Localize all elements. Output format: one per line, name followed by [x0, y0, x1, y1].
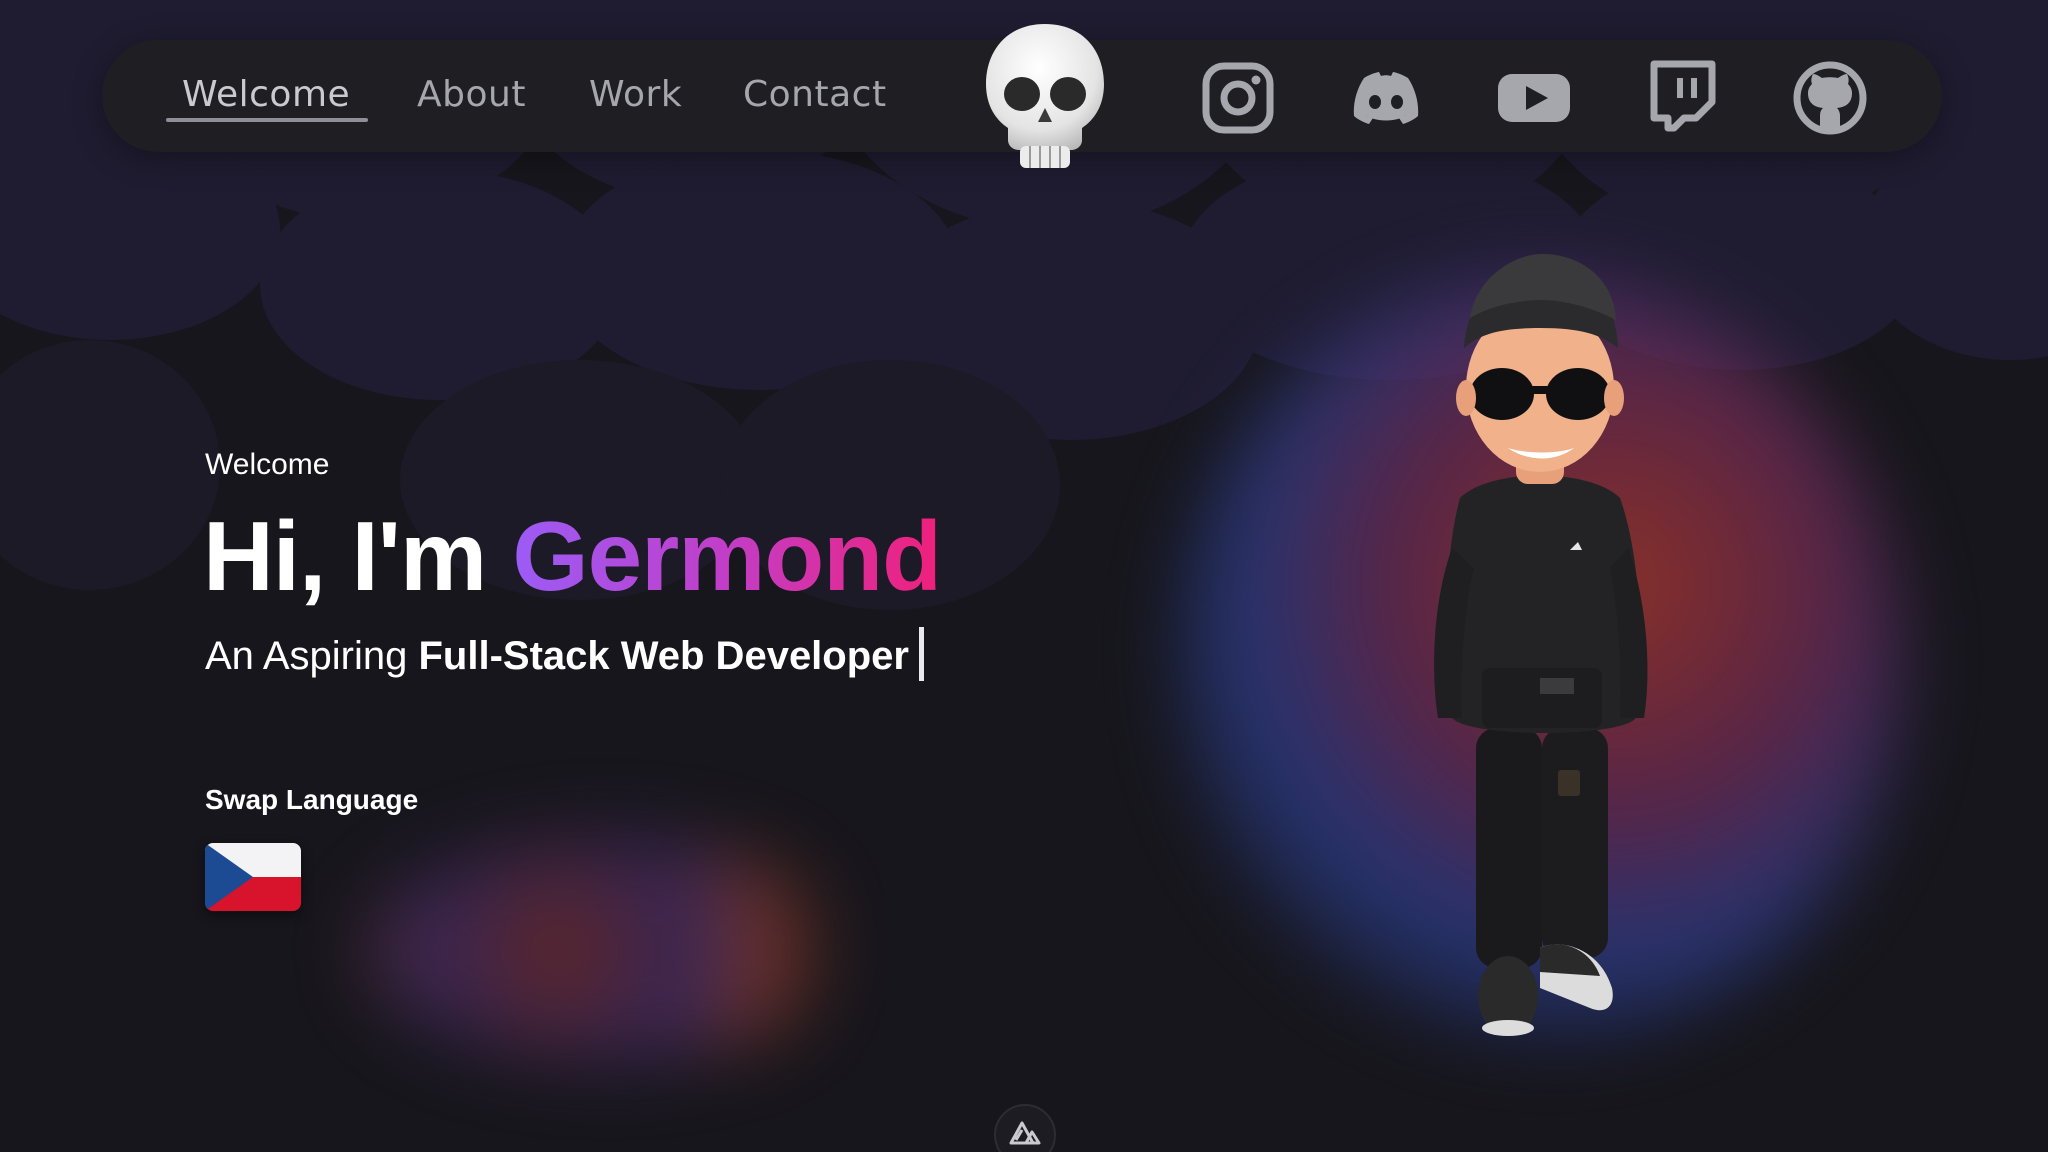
hero-eyebrow: Welcome — [205, 448, 330, 481]
discord-icon[interactable] — [1346, 58, 1426, 138]
twitch-icon[interactable] — [1642, 58, 1722, 138]
github-icon[interactable] — [1790, 58, 1870, 138]
swap-language-label: Swap Language — [205, 784, 419, 815]
nav-link-work[interactable]: Work — [589, 74, 682, 120]
typing-caret — [918, 627, 924, 682]
instagram-icon[interactable] — [1198, 58, 1278, 138]
active-nav-underline — [166, 118, 368, 122]
hero-title: Hi, I'm Germond — [203, 500, 942, 612]
nuxt-icon[interactable] — [994, 1104, 1056, 1152]
czech-flag-icon[interactable] — [205, 843, 301, 911]
nav-link-about[interactable]: About — [417, 74, 526, 120]
youtube-icon[interactable] — [1494, 58, 1574, 138]
hero-name: Germond — [512, 501, 942, 611]
skull-icon[interactable] — [978, 18, 1112, 174]
avatar-illustration — [1390, 248, 1690, 1048]
nav-link-welcome[interactable]: Welcome — [182, 74, 350, 120]
subtitle-role: Full-Stack Web Developer — [418, 634, 909, 678]
blurred-artwork-left — [370, 840, 840, 1060]
hero-subtitle: An Aspiring Full-Stack Web Developer — [205, 627, 924, 685]
subtitle-prefix: An Aspiring — [205, 634, 408, 678]
hero-greeting: Hi, I'm — [203, 501, 487, 611]
nav-link-contact[interactable]: Contact — [743, 74, 887, 120]
